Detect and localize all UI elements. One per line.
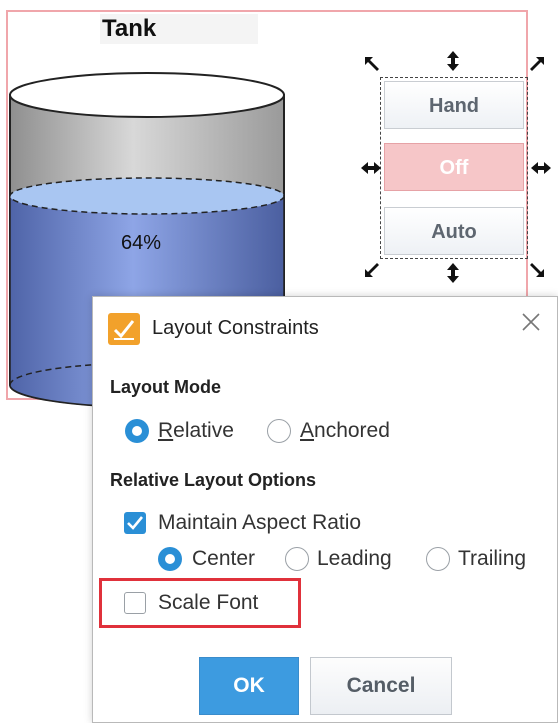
off-button[interactable]: Off — [384, 143, 524, 191]
resize-ne-icon[interactable] — [525, 54, 547, 76]
resize-e-icon[interactable] — [530, 157, 552, 179]
tank-top — [9, 72, 285, 118]
center-label[interactable]: Center — [192, 547, 255, 571]
close-icon[interactable] — [516, 310, 546, 340]
trailing-radio[interactable] — [426, 547, 450, 571]
resize-n-icon[interactable] — [442, 50, 464, 72]
scale-font-label[interactable]: Scale Font — [158, 591, 258, 615]
layout-mode-heading: Layout Mode — [110, 377, 221, 397]
resize-se-icon[interactable] — [525, 258, 547, 280]
hand-button[interactable]: Hand — [384, 81, 524, 129]
resize-s-icon[interactable] — [442, 262, 464, 284]
center-radio[interactable] — [158, 547, 182, 571]
leading-radio[interactable] — [285, 547, 309, 571]
resize-sw-icon[interactable] — [362, 258, 384, 280]
anchored-radio[interactable] — [267, 419, 291, 443]
ok-button[interactable]: OK — [199, 657, 299, 715]
maintain-aspect-checkbox[interactable] — [124, 512, 146, 534]
tank-level-label: 64% — [121, 232, 162, 254]
dialog-title: Layout Constraints — [152, 317, 319, 339]
auto-button[interactable]: Auto — [384, 207, 524, 255]
anchored-label[interactable]: Anchored — [300, 419, 390, 443]
trailing-label[interactable]: Trailing — [458, 547, 526, 571]
relative-options-heading: Relative Layout Options — [110, 470, 317, 490]
tank-liquid-surface — [9, 177, 285, 215]
leading-label[interactable]: Leading — [317, 547, 392, 571]
relative-radio[interactable] — [125, 419, 149, 443]
layout-constraints-icon — [108, 313, 140, 345]
scale-font-checkbox[interactable] — [124, 592, 146, 614]
resize-nw-icon[interactable] — [362, 54, 384, 76]
relative-label[interactable]: Relative — [158, 419, 234, 443]
resize-w-icon[interactable] — [360, 157, 382, 179]
maintain-aspect-label[interactable]: Maintain Aspect Ratio — [158, 511, 361, 535]
cancel-button[interactable]: Cancel — [310, 657, 452, 715]
